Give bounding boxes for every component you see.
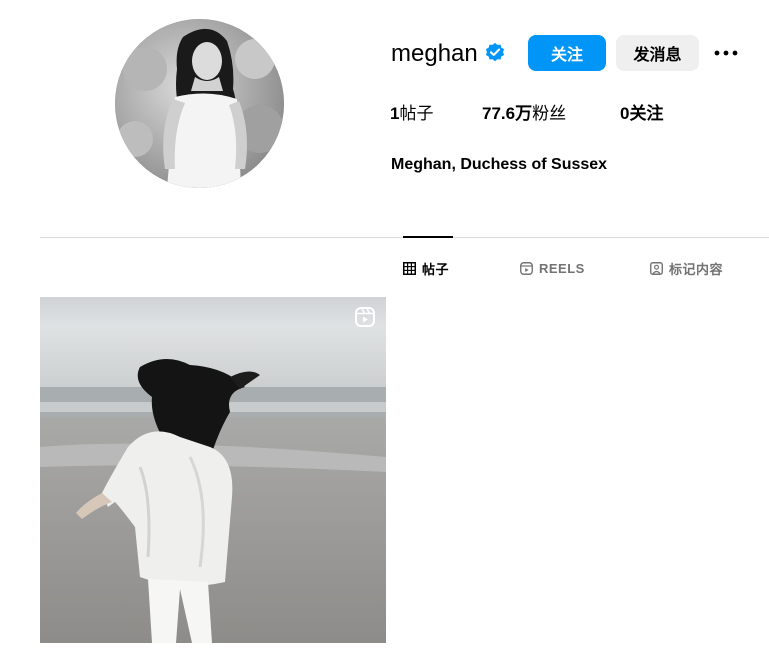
- stat-followers[interactable]: 77.6万粉丝: [482, 102, 566, 126]
- followers-label: 粉丝: [532, 104, 567, 123]
- profile-username: meghan: [391, 40, 478, 67]
- followers-count: 77.6万: [482, 104, 533, 123]
- tab-posts[interactable]: 帖子: [403, 259, 449, 277]
- tab-posts-label: 帖子: [422, 261, 450, 277]
- post-photo: [40, 297, 386, 643]
- tagged-icon: [650, 261, 663, 275]
- posts-label: 帖子: [399, 104, 434, 123]
- stat-following[interactable]: 0关注: [620, 102, 663, 126]
- tab-tagged[interactable]: 标记内容: [650, 259, 723, 277]
- grid-icon: [403, 261, 416, 275]
- profile-avatar[interactable]: [115, 19, 284, 188]
- follow-button[interactable]: 关注: [528, 35, 606, 71]
- post-thumbnail[interactable]: [40, 297, 386, 643]
- profile-full-name: Meghan, Duchess of Sussex: [391, 156, 608, 173]
- verified-badge-icon: [485, 42, 505, 62]
- tab-reels-label: REELS: [539, 260, 585, 276]
- reels-icon: [520, 261, 533, 275]
- message-button[interactable]: 发消息: [616, 35, 699, 71]
- tab-reels[interactable]: REELS: [520, 259, 585, 277]
- tab-tagged-label: 标记内容: [669, 261, 724, 277]
- following-label: 关注: [629, 104, 664, 123]
- reel-badge-icon: [355, 307, 375, 327]
- more-horizontal-icon[interactable]: [712, 42, 740, 64]
- avatar-photo: [115, 19, 284, 188]
- active-tab-indicator: [403, 236, 453, 238]
- stat-posts: 1帖子: [390, 102, 433, 126]
